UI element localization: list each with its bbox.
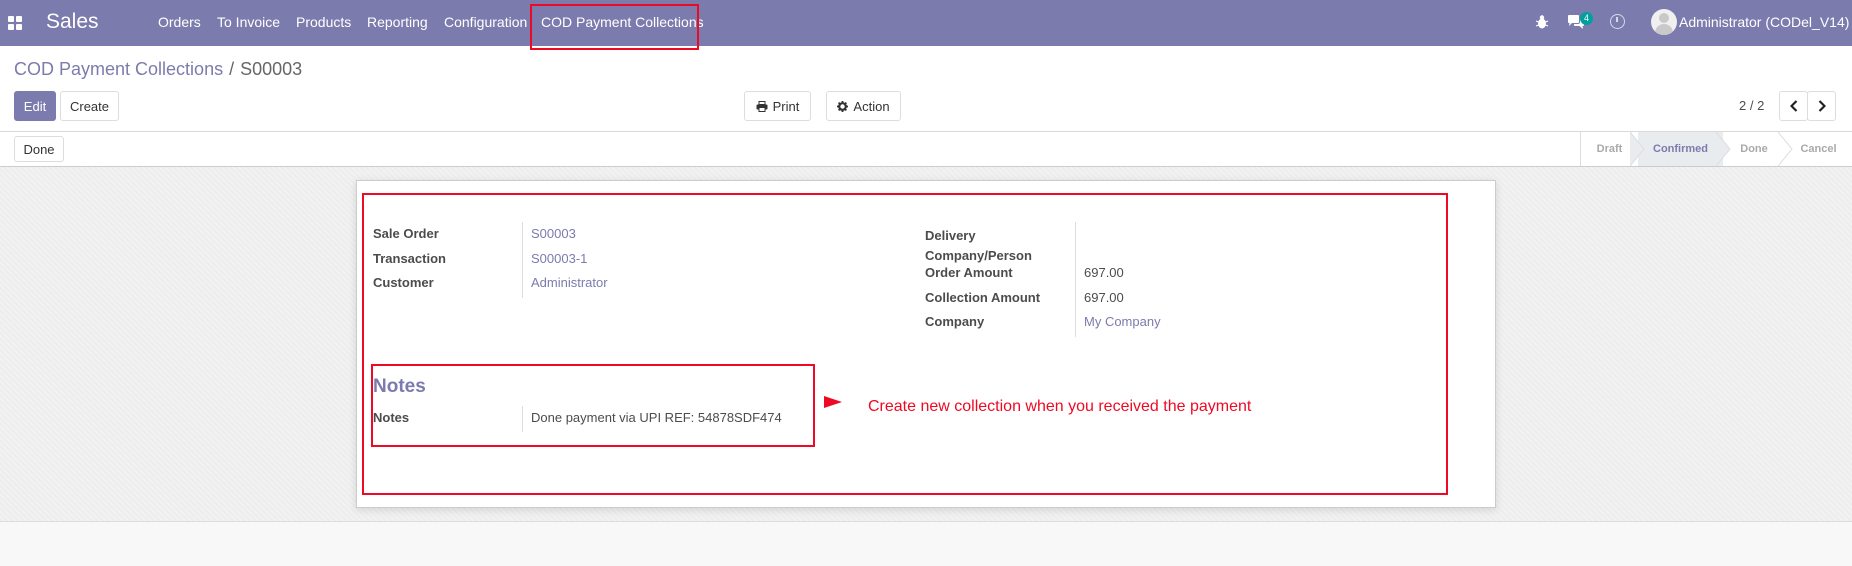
stage-chevron-divider bbox=[1716, 132, 1731, 166]
annotation-text: Create new collection when you received … bbox=[868, 398, 1252, 415]
chat-count-badge: 4 bbox=[1580, 12, 1594, 25]
print-icon bbox=[756, 100, 768, 112]
highlight-box-menu bbox=[530, 4, 699, 50]
menu-configuration[interactable]: Configuration bbox=[444, 14, 527, 30]
bottom-area bbox=[0, 521, 1852, 566]
stage-chevron-divider bbox=[1778, 132, 1793, 166]
breadcrumb-current: S00003 bbox=[240, 59, 303, 79]
app-brand[interactable]: Sales bbox=[46, 10, 99, 34]
arrow-icon bbox=[824, 396, 842, 408]
menu-to-invoice[interactable]: To Invoice bbox=[217, 14, 280, 30]
stage-cancel[interactable]: Cancel bbox=[1785, 132, 1852, 166]
highlight-box-notes bbox=[371, 364, 815, 447]
clock-icon[interactable] bbox=[1610, 14, 1625, 29]
chevron-right-icon bbox=[1818, 100, 1826, 112]
action-button[interactable]: Action bbox=[826, 91, 901, 121]
bug-icon[interactable] bbox=[1535, 14, 1549, 30]
print-button[interactable]: Print bbox=[744, 91, 811, 121]
user-menu[interactable]: Administrator (CODel_V14) bbox=[1679, 14, 1849, 30]
breadcrumb-parent[interactable]: COD Payment Collections bbox=[14, 59, 223, 79]
create-button[interactable]: Create bbox=[60, 91, 119, 121]
top-navbar: Sales Orders To Invoice Products Reporti… bbox=[0, 0, 1852, 46]
apps-menu-icon[interactable] bbox=[8, 16, 22, 30]
menu-orders[interactable]: Orders bbox=[158, 14, 201, 30]
stage-confirmed[interactable]: Confirmed bbox=[1638, 132, 1723, 166]
chevron-left-icon bbox=[1789, 100, 1797, 112]
breadcrumb-separator: / bbox=[229, 59, 235, 79]
action-label: Action bbox=[853, 98, 890, 114]
pager-value[interactable]: 2 / 2 bbox=[1739, 98, 1764, 113]
stage-chevron-divider bbox=[1630, 132, 1645, 166]
form-statusbar bbox=[0, 132, 1852, 167]
done-button[interactable]: Done bbox=[14, 136, 64, 162]
highlight-box-form bbox=[362, 193, 1448, 495]
user-avatar[interactable] bbox=[1651, 9, 1677, 35]
menu-reporting[interactable]: Reporting bbox=[367, 14, 428, 30]
breadcrumb: COD Payment Collections / S00003 bbox=[14, 59, 302, 80]
pager-previous-button[interactable] bbox=[1779, 91, 1808, 121]
print-label: Print bbox=[772, 98, 800, 114]
stage-done[interactable]: Done bbox=[1723, 132, 1785, 166]
pager-next-button[interactable] bbox=[1807, 91, 1836, 121]
menu-products[interactable]: Products bbox=[296, 14, 351, 30]
edit-button[interactable]: Edit bbox=[14, 91, 56, 121]
gear-icon bbox=[837, 100, 849, 112]
